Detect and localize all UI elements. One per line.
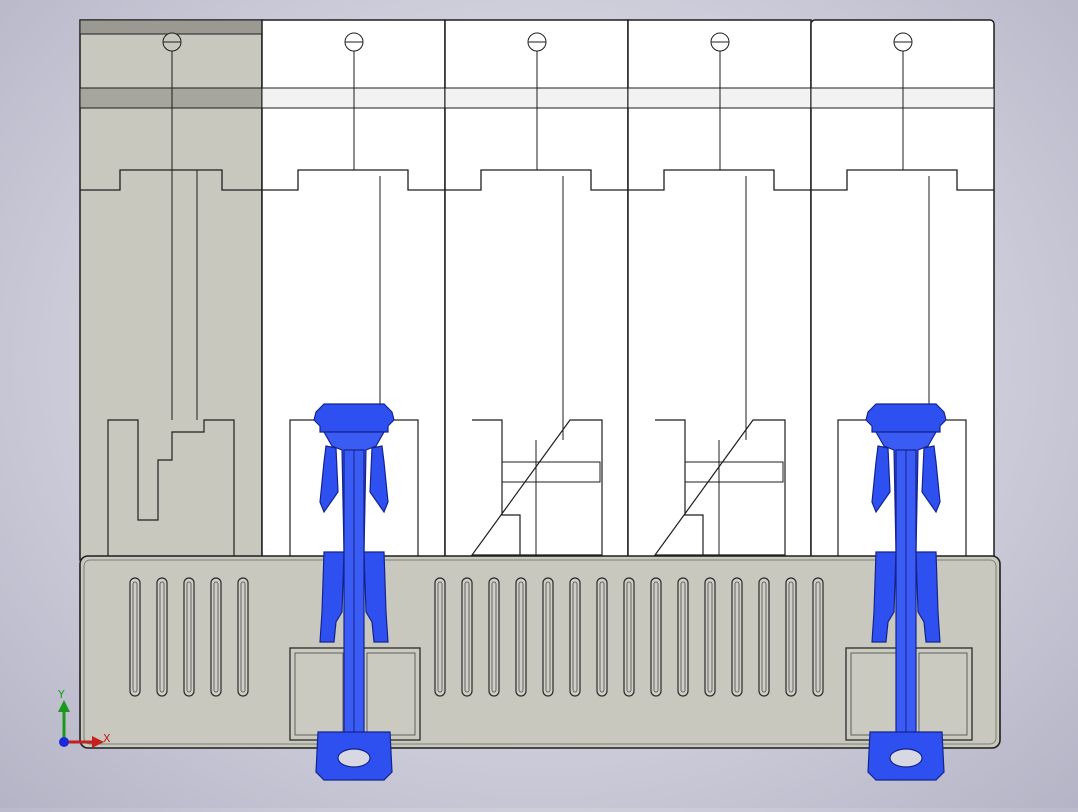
x-axis-label: X bbox=[103, 732, 111, 745]
cad-viewport[interactable]: Y X bbox=[0, 0, 1078, 808]
terminal-clamp[interactable] bbox=[289, 647, 349, 741]
terminal-clamp[interactable] bbox=[845, 647, 905, 741]
white-module[interactable] bbox=[627, 19, 812, 561]
grey-module[interactable] bbox=[79, 19, 263, 561]
white-module[interactable] bbox=[444, 19, 629, 561]
y-axis-label: Y bbox=[58, 688, 65, 701]
model-canvas bbox=[58, 19, 1001, 781]
terminal-clamp[interactable] bbox=[913, 647, 973, 741]
terminal-clamp[interactable] bbox=[361, 647, 421, 741]
